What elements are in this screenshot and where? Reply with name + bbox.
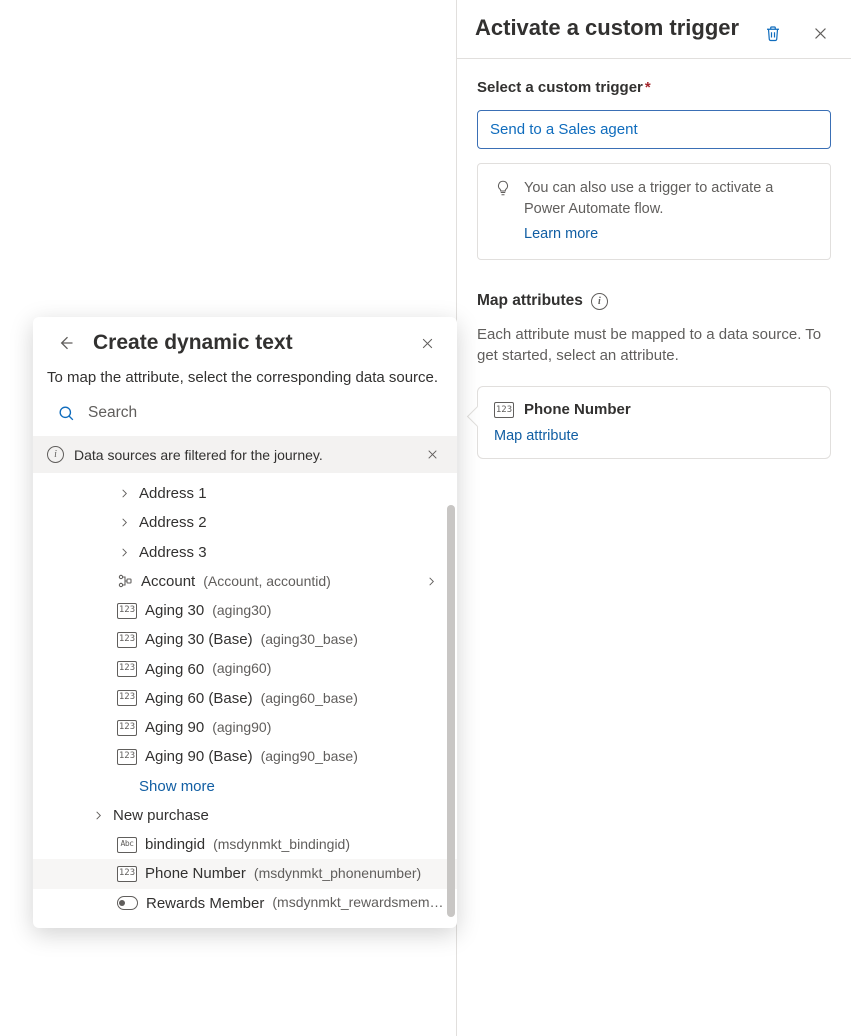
tree-item-address3[interactable]: Address 3 xyxy=(33,538,457,567)
custom-trigger-select[interactable]: Send to a Sales agent xyxy=(477,110,831,149)
tree-item-aging60[interactable]: 123 Aging 60 (aging60) xyxy=(33,655,457,684)
search-input[interactable] xyxy=(88,400,439,426)
info-tip: You can also use a trigger to activate a… xyxy=(477,163,831,260)
map-attributes-sub: Each attribute must be mapped to a data … xyxy=(477,324,831,366)
chevron-right-icon xyxy=(426,576,445,587)
number-type-icon: 123 xyxy=(117,720,137,736)
tree-item-aging60base[interactable]: 123 Aging 60 (Base) (aging60_base) xyxy=(33,684,457,713)
filter-banner: i Data sources are filtered for the jour… xyxy=(33,436,457,473)
number-type-icon: 123 xyxy=(117,749,137,765)
popover-header: Create dynamic text xyxy=(33,317,457,363)
number-type-icon: 123 xyxy=(117,632,137,648)
chevron-right-icon xyxy=(117,488,131,499)
tree-item-bindingid[interactable]: Abc bindingid (msdynmkt_bindingid) xyxy=(33,830,457,859)
lightbulb-icon xyxy=(494,179,512,245)
attribute-name: Phone Number xyxy=(524,401,631,418)
attribute-card[interactable]: 123 Phone Number Map attribute xyxy=(477,386,831,459)
tree-item-phone-number[interactable]: 123 Phone Number (msdynmkt_phonenumber) xyxy=(33,859,457,888)
tip-text: You can also use a trigger to activate a… xyxy=(524,180,773,217)
learn-more-link[interactable]: Learn more xyxy=(524,224,598,245)
dynamic-text-popover: Create dynamic text To map the attribute… xyxy=(33,317,457,928)
number-type-icon: 123 xyxy=(117,603,137,619)
tree-item-address1[interactable]: Address 1 xyxy=(33,479,457,508)
data-source-tree: Address 1 Address 2 Address 3 xyxy=(33,473,457,928)
banner-close-icon[interactable] xyxy=(422,444,443,465)
popover-title: Create dynamic text xyxy=(93,331,402,355)
delete-icon[interactable] xyxy=(760,20,786,46)
back-icon[interactable] xyxy=(51,329,79,357)
info-icon[interactable]: i xyxy=(591,293,608,310)
activate-trigger-panel: Activate a custom trigger Select a custo… xyxy=(456,0,851,1036)
popover-sub: To map the attribute, select the corresp… xyxy=(33,363,457,400)
map-attribute-link[interactable]: Map attribute xyxy=(494,428,814,444)
boolean-type-icon xyxy=(117,896,138,910)
tree-item-new-purchase[interactable]: New purchase xyxy=(33,801,457,830)
number-type-icon: 123 xyxy=(117,866,137,882)
info-icon: i xyxy=(47,446,64,463)
number-type-icon: 123 xyxy=(494,402,514,418)
map-attributes-heading: Map attributes i xyxy=(477,292,831,310)
chevron-right-icon xyxy=(117,547,131,558)
tree-item-aging90base[interactable]: 123 Aging 90 (Base) (aging90_base) xyxy=(33,742,457,771)
panel-header: Activate a custom trigger xyxy=(457,0,851,59)
show-more-link[interactable]: Show more xyxy=(33,772,457,801)
tree-item-aging30base[interactable]: 123 Aging 30 (Base) (aging30_base) xyxy=(33,625,457,654)
tree-item-aging30[interactable]: 123 Aging 30 (aging30) xyxy=(33,596,457,625)
scrollbar-thumb[interactable] xyxy=(447,505,455,917)
tree-item-rewards-member[interactable]: Rewards Member (msdynmkt_rewardsmem… xyxy=(33,889,457,918)
number-type-icon: 123 xyxy=(117,661,137,677)
chevron-right-icon xyxy=(91,810,105,821)
close-icon[interactable] xyxy=(808,21,833,46)
search-icon xyxy=(57,404,76,423)
search-bar[interactable] xyxy=(33,400,457,436)
panel-title: Activate a custom trigger xyxy=(475,14,760,43)
tree-item-account[interactable]: Account (Account, accountid) xyxy=(33,567,457,596)
number-type-icon: 123 xyxy=(117,690,137,706)
select-trigger-label: Select a custom trigger* xyxy=(477,79,831,96)
chevron-right-icon xyxy=(117,517,131,528)
text-type-icon: Abc xyxy=(117,837,137,853)
relationship-icon xyxy=(117,573,133,589)
popover-close-icon[interactable] xyxy=(416,332,439,355)
tree-item-aging90[interactable]: 123 Aging 90 (aging90) xyxy=(33,713,457,742)
tree-item-address2[interactable]: Address 2 xyxy=(33,508,457,537)
banner-text: Data sources are filtered for the journe… xyxy=(74,447,323,463)
